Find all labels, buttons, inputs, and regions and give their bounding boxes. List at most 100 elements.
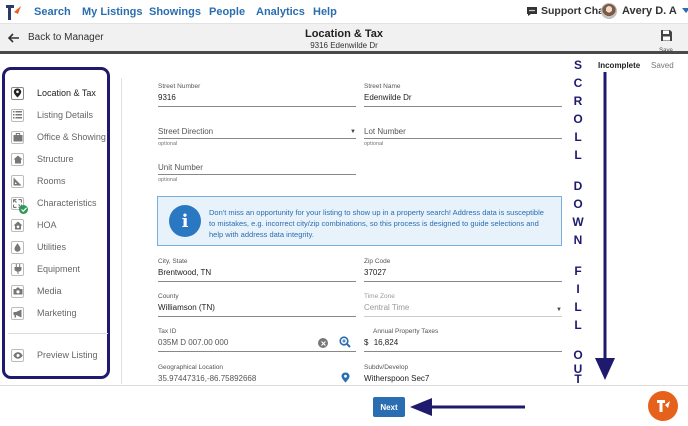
sidebar-separator bbox=[121, 78, 122, 384]
geo-location-field[interactable]: Geographical Location 35.97447316,-86.75… bbox=[158, 364, 356, 385]
annotation-letter: R bbox=[573, 94, 583, 108]
search-plus-icon[interactable] bbox=[339, 336, 351, 348]
annual-property-taxes-field[interactable]: Annual Property Taxes $ 16,824 bbox=[364, 328, 562, 352]
street-number-field[interactable]: Street Number 9316 bbox=[158, 83, 356, 107]
sidebar-item-hoa[interactable]: HOA bbox=[11, 216, 111, 234]
save-button[interactable]: Save bbox=[656, 29, 676, 54]
clear-icon[interactable] bbox=[318, 338, 328, 348]
camera-icon bbox=[11, 284, 24, 298]
annotation-letter: D bbox=[573, 179, 583, 193]
annotation-letter: C bbox=[573, 76, 583, 90]
sidebar-label: Marketing bbox=[37, 308, 77, 318]
field-value[interactable]: Edenwilde Dr bbox=[364, 93, 562, 104]
field-label: City, State bbox=[158, 258, 188, 265]
sidebar-item-preview-listing[interactable]: Preview Listing bbox=[11, 346, 111, 364]
help-chat-fab[interactable] bbox=[648, 391, 678, 421]
sidebar-item-utilities[interactable]: Utilities bbox=[11, 238, 111, 256]
sidebar-label: Structure bbox=[37, 154, 74, 164]
save-icon bbox=[660, 30, 672, 41]
annotation-letter: F bbox=[574, 264, 582, 278]
field-value[interactable]: 16,824 bbox=[374, 338, 398, 347]
user-menu[interactable]: Avery D. A bbox=[601, 3, 688, 19]
eye-icon bbox=[11, 348, 24, 362]
field-value[interactable]: Witherspoon Sec7 bbox=[364, 374, 562, 385]
field-underline bbox=[158, 106, 356, 107]
field-hint: optional bbox=[364, 141, 384, 147]
annotation-letter: W bbox=[572, 215, 584, 229]
support-chat-button[interactable]: Support Chat bbox=[526, 5, 608, 17]
sidebar-label: Office & Showing bbox=[37, 132, 106, 142]
zip-code-field[interactable]: Zip Code 37027 bbox=[364, 258, 562, 282]
nav-help[interactable]: Help bbox=[313, 6, 337, 18]
hoa-house-icon bbox=[11, 218, 24, 232]
annotation-letter: O bbox=[573, 197, 583, 211]
field-value[interactable]: 9316 bbox=[158, 93, 356, 104]
scroll-down-arrow bbox=[595, 72, 615, 380]
sidebar-item-characteristics[interactable]: Characteristics bbox=[11, 194, 111, 214]
nav-analytics[interactable]: Analytics bbox=[256, 6, 305, 18]
field-underline bbox=[158, 174, 356, 175]
sidebar-item-marketing[interactable]: Marketing bbox=[11, 304, 111, 322]
page-title: Location & Tax bbox=[304, 28, 384, 40]
briefcase-icon bbox=[11, 130, 24, 144]
annotation-letter: L bbox=[574, 300, 582, 314]
lot-number-field[interactable]: Lot Number optional bbox=[364, 127, 562, 147]
sidebar-item-office-showing[interactable]: Office & Showing bbox=[11, 128, 111, 146]
map-pin-icon bbox=[11, 86, 24, 100]
unit-number-field[interactable]: Unit Number optional bbox=[158, 163, 356, 183]
app-logo[interactable] bbox=[4, 2, 22, 22]
sidebar-item-listing-details[interactable]: Listing Details bbox=[11, 106, 111, 124]
sidebar-item-rooms[interactable]: Rooms bbox=[11, 172, 111, 190]
nav-my-listings[interactable]: My Listings bbox=[82, 6, 143, 18]
nav-people[interactable]: People bbox=[209, 6, 245, 18]
field-value[interactable]: 35.97447316,-86.75892668 bbox=[158, 374, 356, 385]
nav-search[interactable]: Search bbox=[34, 6, 71, 18]
support-chat-label: Support Chat bbox=[541, 5, 608, 17]
annotation-letter: O bbox=[573, 348, 583, 362]
field-label: Tax ID bbox=[158, 328, 177, 335]
field-value[interactable]: Brentwood, TN bbox=[158, 268, 356, 279]
field-label: Geographical Location bbox=[158, 364, 224, 371]
field-value[interactable]: Williamson (TN) bbox=[158, 303, 356, 314]
street-name-field[interactable]: Street Name Edenwilde Dr bbox=[364, 83, 562, 107]
annotation-letter: L bbox=[574, 130, 582, 144]
location-pin-icon[interactable] bbox=[341, 372, 350, 383]
field-placeholder: Unit Number bbox=[158, 163, 203, 172]
page-header: Back to Manager Location & Tax 9316 Eden… bbox=[0, 24, 688, 54]
county-field[interactable]: County Williamson (TN) bbox=[158, 293, 356, 317]
time-zone-select: Time Zone Central Time ▼ bbox=[364, 293, 562, 317]
field-value[interactable]: 37027 bbox=[364, 268, 562, 279]
field-hint: optional bbox=[158, 141, 178, 147]
subdivision-field[interactable]: Subdv/Develop Witherspoon Sec7 bbox=[364, 364, 562, 385]
info-icon: i bbox=[169, 205, 201, 237]
sidebar-label: Rooms bbox=[37, 176, 66, 186]
sidebar-label: Listing Details bbox=[37, 110, 94, 120]
footer-divider bbox=[0, 385, 688, 386]
sidebar-item-equipment[interactable]: Equipment bbox=[11, 260, 111, 278]
top-nav: Search My Listings Showings People Analy… bbox=[0, 0, 688, 24]
sidebar-item-media[interactable]: Media bbox=[11, 282, 111, 300]
field-hint: optional bbox=[158, 177, 178, 183]
sidebar-item-location-tax[interactable]: Location & Tax bbox=[11, 84, 111, 102]
street-direction-select[interactable]: Street Direction ▼ optional bbox=[158, 127, 356, 147]
currency-symbol: $ bbox=[364, 338, 369, 347]
nav-showings[interactable]: Showings bbox=[149, 6, 201, 18]
field-value-row[interactable]: $ 16,824 bbox=[364, 338, 562, 349]
drop-icon bbox=[11, 240, 24, 254]
check-icon bbox=[19, 204, 28, 214]
field-underline bbox=[364, 351, 562, 352]
house-icon bbox=[11, 152, 24, 166]
next-button[interactable]: Next bbox=[373, 397, 405, 417]
brand-chat-icon bbox=[657, 400, 670, 412]
field-underline bbox=[158, 281, 356, 282]
field-label: Subdv/Develop bbox=[364, 364, 409, 371]
field-underline bbox=[158, 138, 356, 139]
chevron-down-icon bbox=[681, 8, 688, 13]
field-underline bbox=[158, 351, 356, 352]
save-label: Save bbox=[659, 48, 673, 54]
city-state-field[interactable]: City, State Brentwood, TN bbox=[158, 258, 356, 282]
sidebar-item-structure[interactable]: Structure bbox=[11, 150, 111, 168]
annotation-letter: T bbox=[574, 372, 582, 386]
field-underline bbox=[364, 316, 562, 317]
expand-icon bbox=[11, 196, 28, 214]
